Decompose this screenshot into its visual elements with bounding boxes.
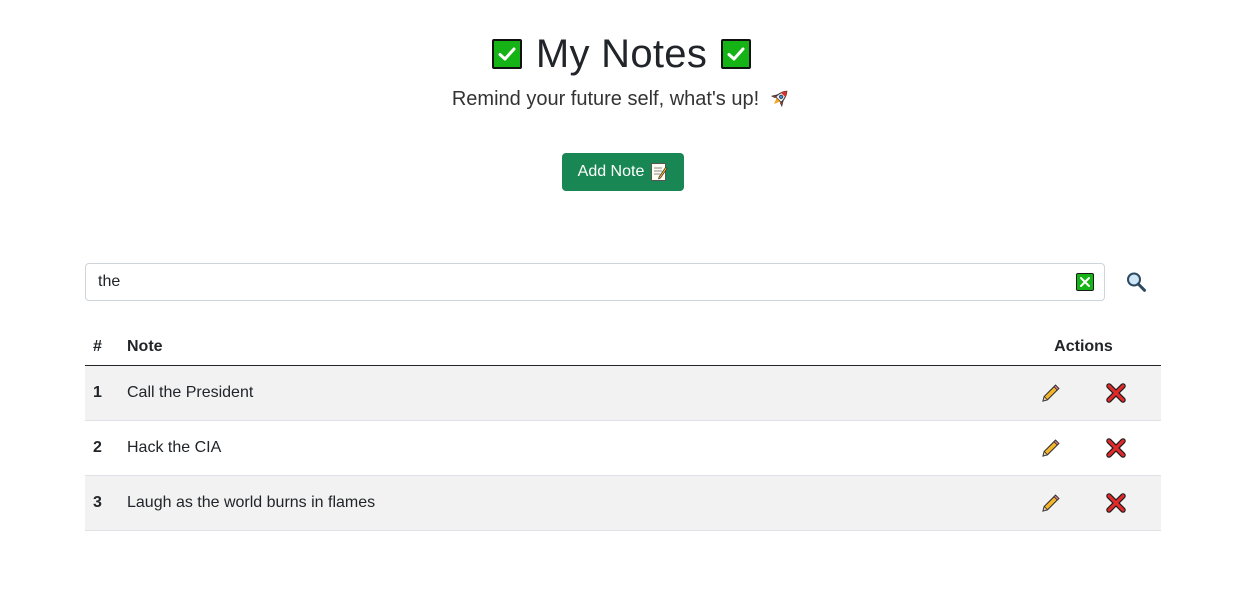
- notes-table: # Note Actions 1 Call the President 2 Ha…: [85, 328, 1161, 531]
- row-actions: [1006, 475, 1161, 531]
- page-header: My Notes: [0, 30, 1243, 78]
- check-mark-button-icon: [721, 39, 752, 69]
- page-subtitle: Remind your future self, what's up!: [0, 87, 1243, 111]
- table-row: 2 Hack the CIA: [85, 420, 1161, 476]
- table-row: 3 Laugh as the world burns in flames: [85, 475, 1161, 531]
- row-number: 1: [85, 365, 119, 421]
- pencil-icon[interactable]: [1040, 382, 1062, 404]
- note-text: Laugh as the world burns in flames: [119, 475, 1006, 531]
- note-text: Call the President: [119, 365, 1006, 421]
- add-note-label: Add Note: [577, 163, 645, 180]
- row-number: 3: [85, 475, 119, 531]
- row-actions: [1006, 365, 1161, 421]
- memo-icon: [650, 162, 668, 182]
- column-header-note: Note: [119, 328, 1006, 366]
- search-field: [85, 263, 1105, 301]
- cross-mark-button-icon[interactable]: [1076, 273, 1094, 291]
- check-mark-button-icon: [491, 39, 522, 69]
- column-header-number: #: [85, 328, 119, 366]
- magnifying-glass-icon[interactable]: [1125, 271, 1149, 295]
- page-title: My Notes: [535, 32, 708, 76]
- note-text: Hack the CIA: [119, 420, 1006, 476]
- row-actions: [1006, 420, 1161, 476]
- cross-mark-icon[interactable]: [1105, 492, 1127, 514]
- notes-app: My Notes Remind your future self, what's…: [0, 0, 1243, 602]
- table-header-row: # Note Actions: [85, 328, 1161, 366]
- subtitle-text: Remind your future self, what's up!: [451, 87, 760, 110]
- table-row: 1 Call the President: [85, 365, 1161, 421]
- cross-mark-icon[interactable]: [1105, 382, 1127, 404]
- column-header-actions: Actions: [1006, 328, 1161, 366]
- pencil-icon[interactable]: [1040, 437, 1062, 459]
- pencil-icon[interactable]: [1040, 492, 1062, 514]
- rocket-icon: [767, 87, 791, 111]
- cross-mark-icon[interactable]: [1105, 437, 1127, 459]
- search-input[interactable]: [86, 264, 1066, 300]
- add-note-button[interactable]: Add Note: [562, 153, 684, 191]
- row-number: 2: [85, 420, 119, 476]
